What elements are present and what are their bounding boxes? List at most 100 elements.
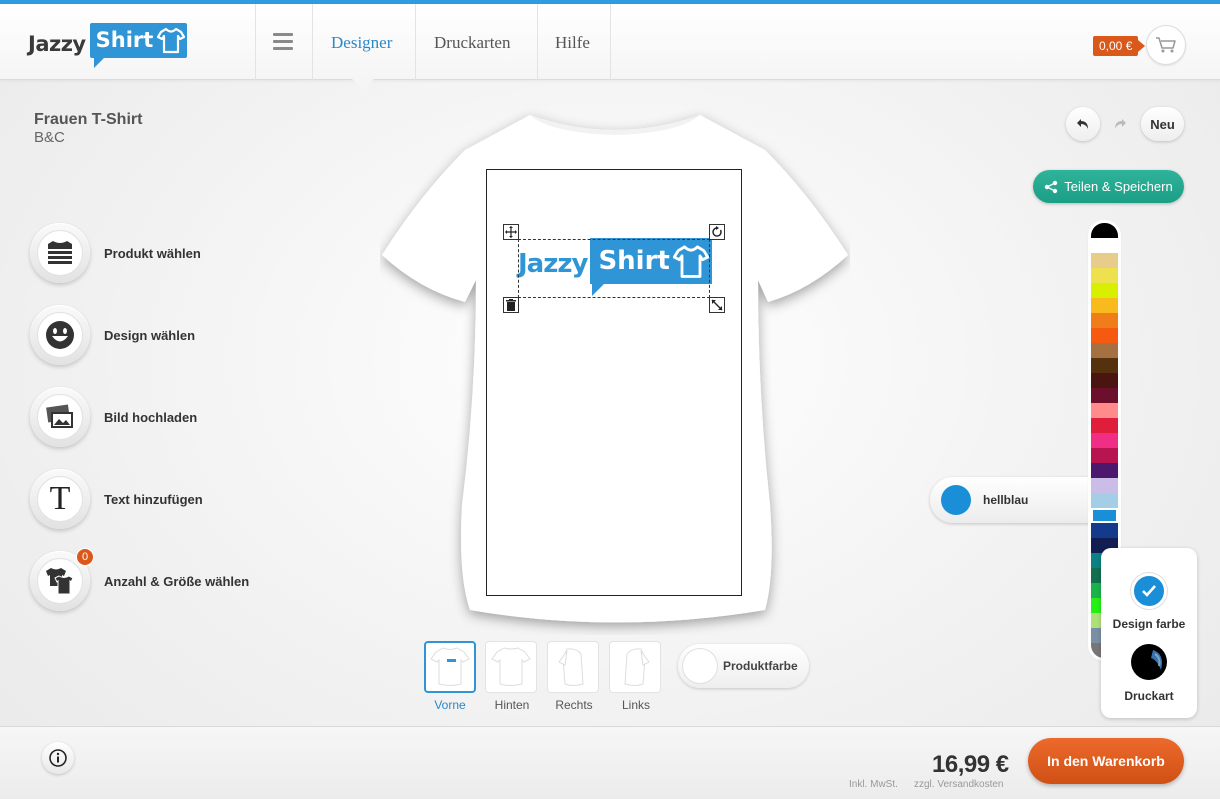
view-label[interactable]: Rechts [544, 698, 604, 712]
nav-divider [537, 4, 538, 80]
tool-bild-hochladen[interactable]: Bild hochladen [30, 387, 197, 447]
rotate-handle[interactable] [709, 224, 725, 240]
tool-label: Anzahl & Größe wählen [104, 573, 250, 589]
color-swatch[interactable] [1091, 253, 1118, 268]
product-color-swatch [682, 648, 718, 684]
share-icon [1045, 180, 1058, 193]
color-swatch[interactable] [1091, 358, 1118, 373]
product-brand: B&C [34, 129, 65, 146]
color-swatch[interactable] [1091, 328, 1118, 343]
menu-icon[interactable] [273, 33, 293, 54]
color-swatch[interactable] [1091, 343, 1118, 358]
info-button[interactable] [42, 742, 74, 774]
tool-label: Text hinzufügen [104, 491, 203, 507]
print-type-button[interactable] [1131, 644, 1167, 680]
tshirt-back-thumbnail-icon [491, 647, 531, 686]
color-swatch[interactable] [1091, 373, 1118, 388]
logo-text-shirt: Shirt [95, 28, 154, 52]
add-to-cart-button[interactable]: In den Warenkorb [1028, 738, 1184, 784]
product-title: Frauen T-Shirt [34, 111, 143, 128]
delete-handle[interactable] [503, 297, 519, 313]
color-swatch[interactable] [1091, 523, 1118, 538]
tshirt-side-thumbnail-icon [624, 648, 650, 686]
resize-handle[interactable] [709, 297, 725, 313]
selected-color-dot [941, 485, 971, 515]
design-selection-box[interactable] [518, 239, 710, 298]
view-right[interactable] [547, 641, 599, 693]
tool-design-waehlen[interactable]: Design wählen [30, 305, 195, 365]
color-swatch[interactable] [1091, 283, 1118, 298]
tool-label: Bild hochladen [104, 409, 198, 425]
product-color-label: Produktfarbe [723, 659, 798, 673]
color-swatch[interactable] [1091, 223, 1118, 238]
logo[interactable]: Jazzy Shirt [28, 23, 188, 71]
share-save-button[interactable]: Teilen & Speichern [1033, 170, 1184, 203]
print-type-icon [1151, 650, 1162, 670]
tool-text-hinzufuegen[interactable]: T Text hinzufügen [30, 469, 203, 529]
view-label[interactable]: Vorne [420, 698, 480, 712]
view-label[interactable]: Links [606, 698, 666, 712]
view-left[interactable] [609, 641, 661, 693]
undo-icon [1077, 119, 1088, 129]
new-button[interactable]: Neu [1141, 107, 1184, 141]
undo-button[interactable] [1066, 107, 1100, 141]
print-area[interactable] [486, 169, 742, 596]
move-icon [505, 226, 517, 238]
design-color-label: Design farbe [1112, 617, 1186, 631]
view-back[interactable] [485, 641, 537, 693]
logo-text-jazzy: Jazzy [28, 32, 86, 56]
selected-color-name: hellblau [983, 493, 1029, 507]
product-color-button[interactable]: Produktfarbe [678, 644, 809, 688]
nav-divider [415, 4, 416, 80]
nav-hilfe[interactable]: Hilfe [555, 33, 590, 53]
text-icon: T [49, 480, 71, 517]
color-swatch[interactable] [1091, 493, 1118, 508]
redo-button[interactable] [1103, 107, 1137, 141]
nav-designer[interactable]: Designer [331, 33, 392, 53]
color-swatch[interactable] [1091, 478, 1118, 493]
tool-anzahl-groesse[interactable]: 0 Anzahl & Größe wählen [30, 548, 250, 611]
view-front[interactable] [424, 641, 476, 693]
image-upload-icon [46, 404, 73, 428]
color-swatch[interactable] [1091, 403, 1118, 418]
nav-divider [610, 4, 611, 80]
cart-icon [1156, 37, 1176, 53]
cart-button[interactable] [1146, 25, 1186, 65]
cart-total-badge[interactable]: 0,00 € [1093, 36, 1146, 56]
color-swatch[interactable] [1091, 463, 1118, 478]
trash-icon [506, 299, 516, 311]
total-price: 16,99 € [932, 751, 1009, 778]
rotate-icon [712, 226, 722, 237]
color-swatch[interactable] [1091, 298, 1118, 313]
tshirt-front-thumbnail-icon [430, 647, 470, 686]
tool-label: Design wählen [104, 327, 196, 343]
color-swatch[interactable] [1091, 448, 1118, 463]
nav-divider [255, 4, 256, 80]
color-swatch[interactable] [1091, 238, 1118, 253]
nav-druckarten[interactable]: Druckarten [434, 33, 510, 53]
share-label: Teilen & Speichern [1064, 179, 1173, 194]
view-label[interactable]: Hinten [482, 698, 542, 712]
color-swatch[interactable] [1091, 508, 1118, 523]
move-handle[interactable] [503, 224, 519, 240]
logo-shirt-box: Shirt [89, 23, 188, 68]
design-color-button[interactable] [1131, 573, 1167, 609]
color-swatch[interactable] [1091, 433, 1118, 448]
shirt-stack-icon [48, 241, 72, 264]
nav-active-caret [352, 79, 374, 90]
color-swatch[interactable] [1091, 313, 1118, 328]
smiley-icon [46, 321, 74, 349]
print-type-label: Druckart [1124, 689, 1174, 703]
tax-note: Inkl. MwSt. [849, 779, 898, 790]
color-swatch[interactable] [1091, 268, 1118, 283]
info-icon [49, 749, 67, 767]
redo-icon [1115, 119, 1126, 129]
tool-label: Produkt wählen [104, 245, 201, 261]
checkmark-icon [1142, 585, 1156, 597]
tool-produkt-waehlen[interactable]: Produkt wählen [30, 223, 201, 283]
shipping-note[interactable]: zzgl. Versandkosten [914, 779, 1004, 790]
shirts-icon [46, 568, 74, 595]
color-swatch[interactable] [1091, 418, 1118, 433]
color-swatch[interactable] [1091, 388, 1118, 403]
quantity-badge: 0 [76, 548, 94, 566]
